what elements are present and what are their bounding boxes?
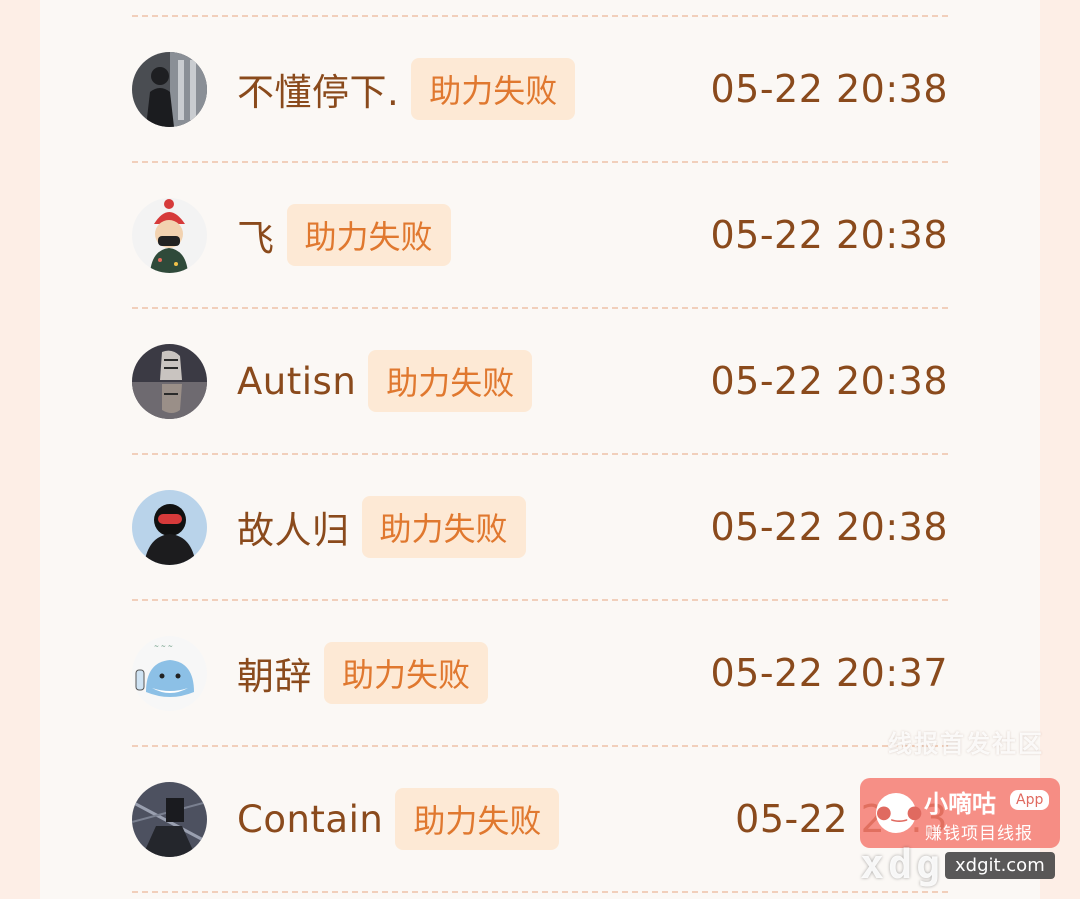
ghost-icon: ●‿●: [876, 793, 922, 833]
photo-avatar-icon: [132, 51, 207, 127]
timestamp: 05-22 20:38: [710, 359, 948, 403]
list-item: 不懂停下. 助力失败 05-22 20:38: [132, 17, 948, 163]
status-badge: 助力失败: [361, 496, 526, 558]
avatar: [132, 781, 207, 857]
avatar: [132, 51, 207, 127]
user-name: 不懂停下.: [237, 71, 400, 114]
skier-avatar-icon: [132, 489, 207, 565]
timestamp: 05-22 20:38: [710, 213, 948, 257]
avatar: [132, 197, 207, 273]
watermark-domain-large: xdg: [860, 842, 945, 888]
timestamp: 05-22 20:38: [710, 67, 948, 111]
user-name: 故人归: [237, 509, 350, 552]
user-name: Contain: [237, 797, 384, 841]
shark-avatar-icon: ~ ~ ~: [132, 635, 207, 711]
list-item: ~ ~ ~ 朝辞 助力失败 05-22 20:37: [132, 601, 948, 747]
avatar: ~ ~ ~: [132, 635, 207, 711]
watermark-tagline: 赚钱项目线报: [925, 824, 1033, 844]
svg-text:~ ~ ~: ~ ~ ~: [154, 643, 173, 650]
timestamp: 05-22 20:37: [710, 651, 948, 695]
list-item: Autisn 助力失败 05-22 20:38: [132, 309, 948, 455]
status-badge: 助力失败: [395, 788, 560, 850]
watermark-top-text: 线报首发社区: [888, 730, 1044, 758]
tiger-avatar-icon: [132, 343, 207, 419]
assist-record-list: 不懂停下. 助力失败 05-22 20:38 飞 助力失败 05-22 20:3…: [132, 15, 948, 893]
timestamp: 05-22 20:38: [710, 505, 948, 549]
status-badge: 助力失败: [411, 58, 576, 120]
avatar: [132, 489, 207, 565]
status-badge: 助力失败: [286, 204, 451, 266]
list-item: 飞 助力失败 05-22 20:38: [132, 163, 948, 309]
watermark-app-badge: App: [1010, 790, 1050, 810]
watermark-brand: 小嘀咕: [924, 790, 996, 818]
status-badge: 助力失败: [368, 350, 533, 412]
user-name: 朝辞: [237, 655, 312, 698]
user-name: 飞: [237, 217, 275, 260]
avatar: [132, 343, 207, 419]
cartoon-avatar-icon: [132, 197, 207, 273]
list-item: Contain 助力失败 05-22 20:3: [132, 747, 948, 893]
dark-avatar-icon: [132, 781, 207, 857]
user-name: Autisn: [237, 359, 357, 403]
status-badge: 助力失败: [324, 642, 489, 704]
list-item: 故人归 助力失败 05-22 20:38: [132, 455, 948, 601]
watermark-domain-small: xdgit.com: [945, 852, 1055, 879]
